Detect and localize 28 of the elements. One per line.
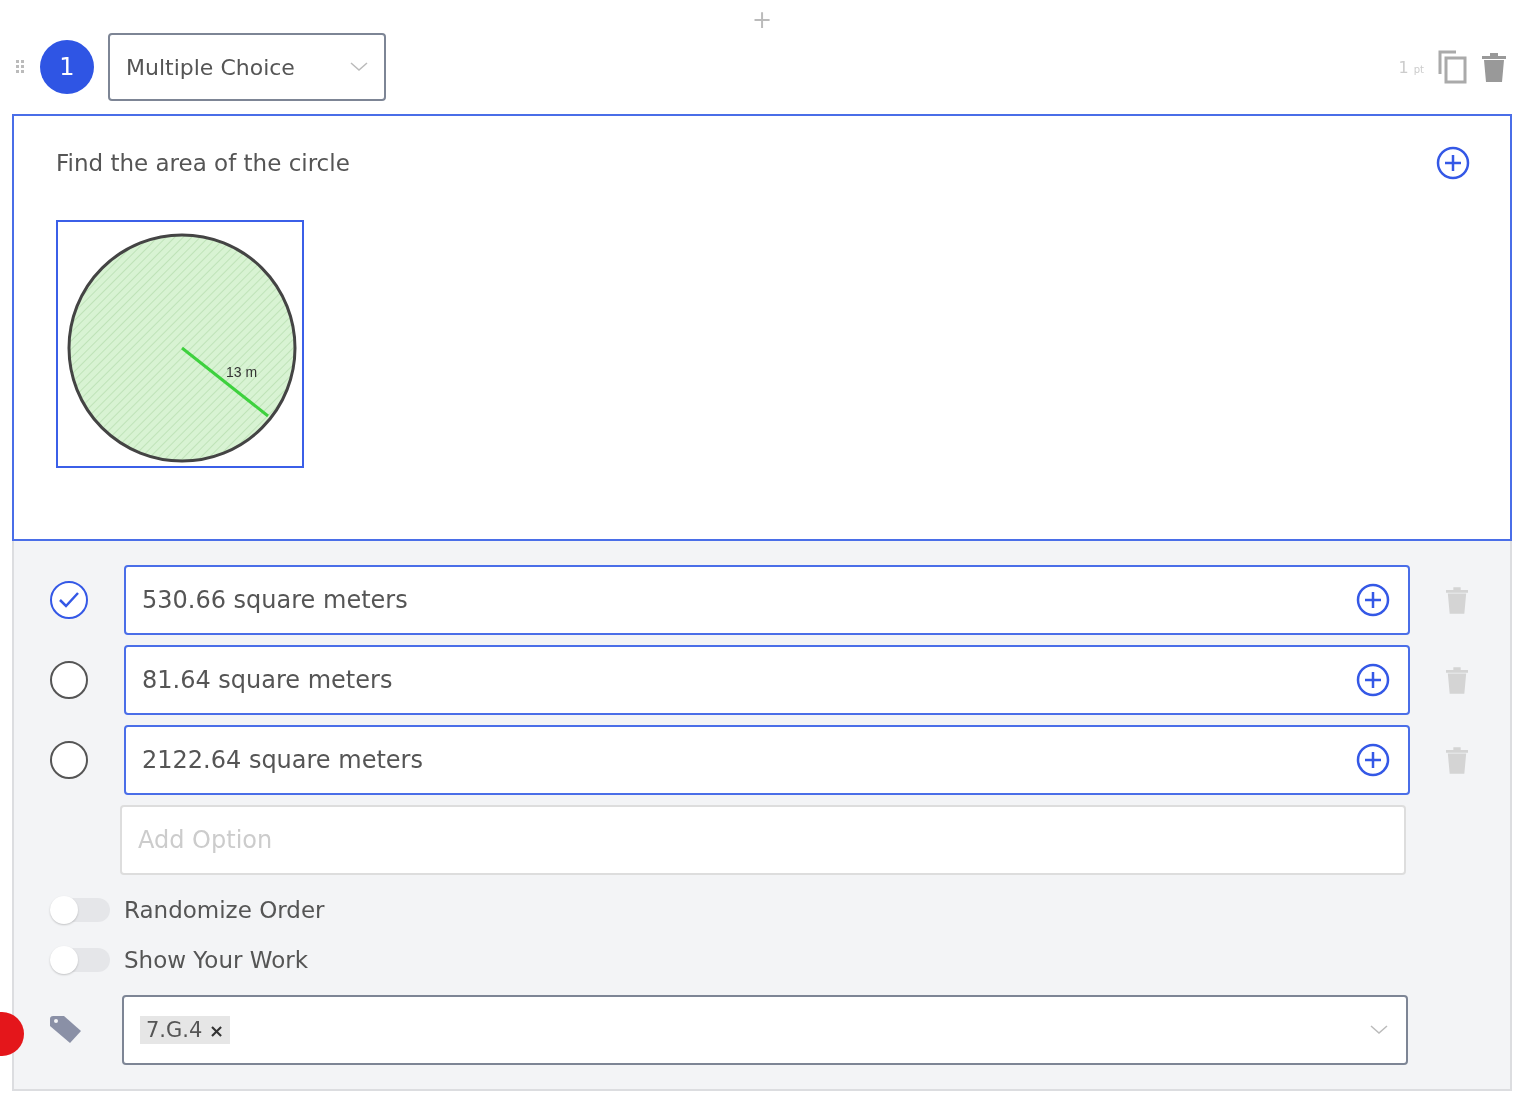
trash-icon[interactable]: [1482, 52, 1506, 82]
drag-handle-icon[interactable]: [16, 60, 26, 74]
tags-field[interactable]: 7.G.4 ×: [122, 995, 1408, 1065]
option-field[interactable]: 530.66 square meters: [124, 565, 1410, 635]
correct-answer-radio[interactable]: [50, 581, 88, 619]
toggle-switch[interactable]: [50, 948, 110, 972]
add-icon[interactable]: [1356, 583, 1390, 617]
tag-icon: [50, 1016, 82, 1044]
chevron-down-icon: [350, 62, 368, 72]
circle-diagram[interactable]: 13 m: [56, 220, 304, 468]
add-icon[interactable]: [1356, 743, 1390, 777]
setting-label: Randomize Order: [124, 897, 325, 923]
option-field[interactable]: 2122.64 square meters: [124, 725, 1410, 795]
question-type-dropdown[interactable]: Multiple Choice: [108, 33, 386, 101]
question-number: 1: [40, 40, 94, 94]
tag-chip: 7.G.4 ×: [140, 1016, 231, 1044]
question-prompt[interactable]: Find the area of the circle: [56, 150, 350, 176]
add-icon[interactable]: [1436, 146, 1470, 180]
check-icon: [58, 591, 80, 609]
chevron-down-icon[interactable]: [1370, 1025, 1388, 1035]
add-icon[interactable]: [1356, 663, 1390, 697]
toggle-switch[interactable]: [50, 898, 110, 922]
correct-answer-radio[interactable]: [50, 741, 88, 779]
remove-tag-button[interactable]: ×: [209, 1020, 225, 1041]
correct-answer-radio[interactable]: [50, 661, 88, 699]
option-field[interactable]: 81.64 square meters: [124, 645, 1410, 715]
copy-icon[interactable]: [1438, 50, 1468, 84]
setting-label: Show Your Work: [124, 947, 309, 973]
